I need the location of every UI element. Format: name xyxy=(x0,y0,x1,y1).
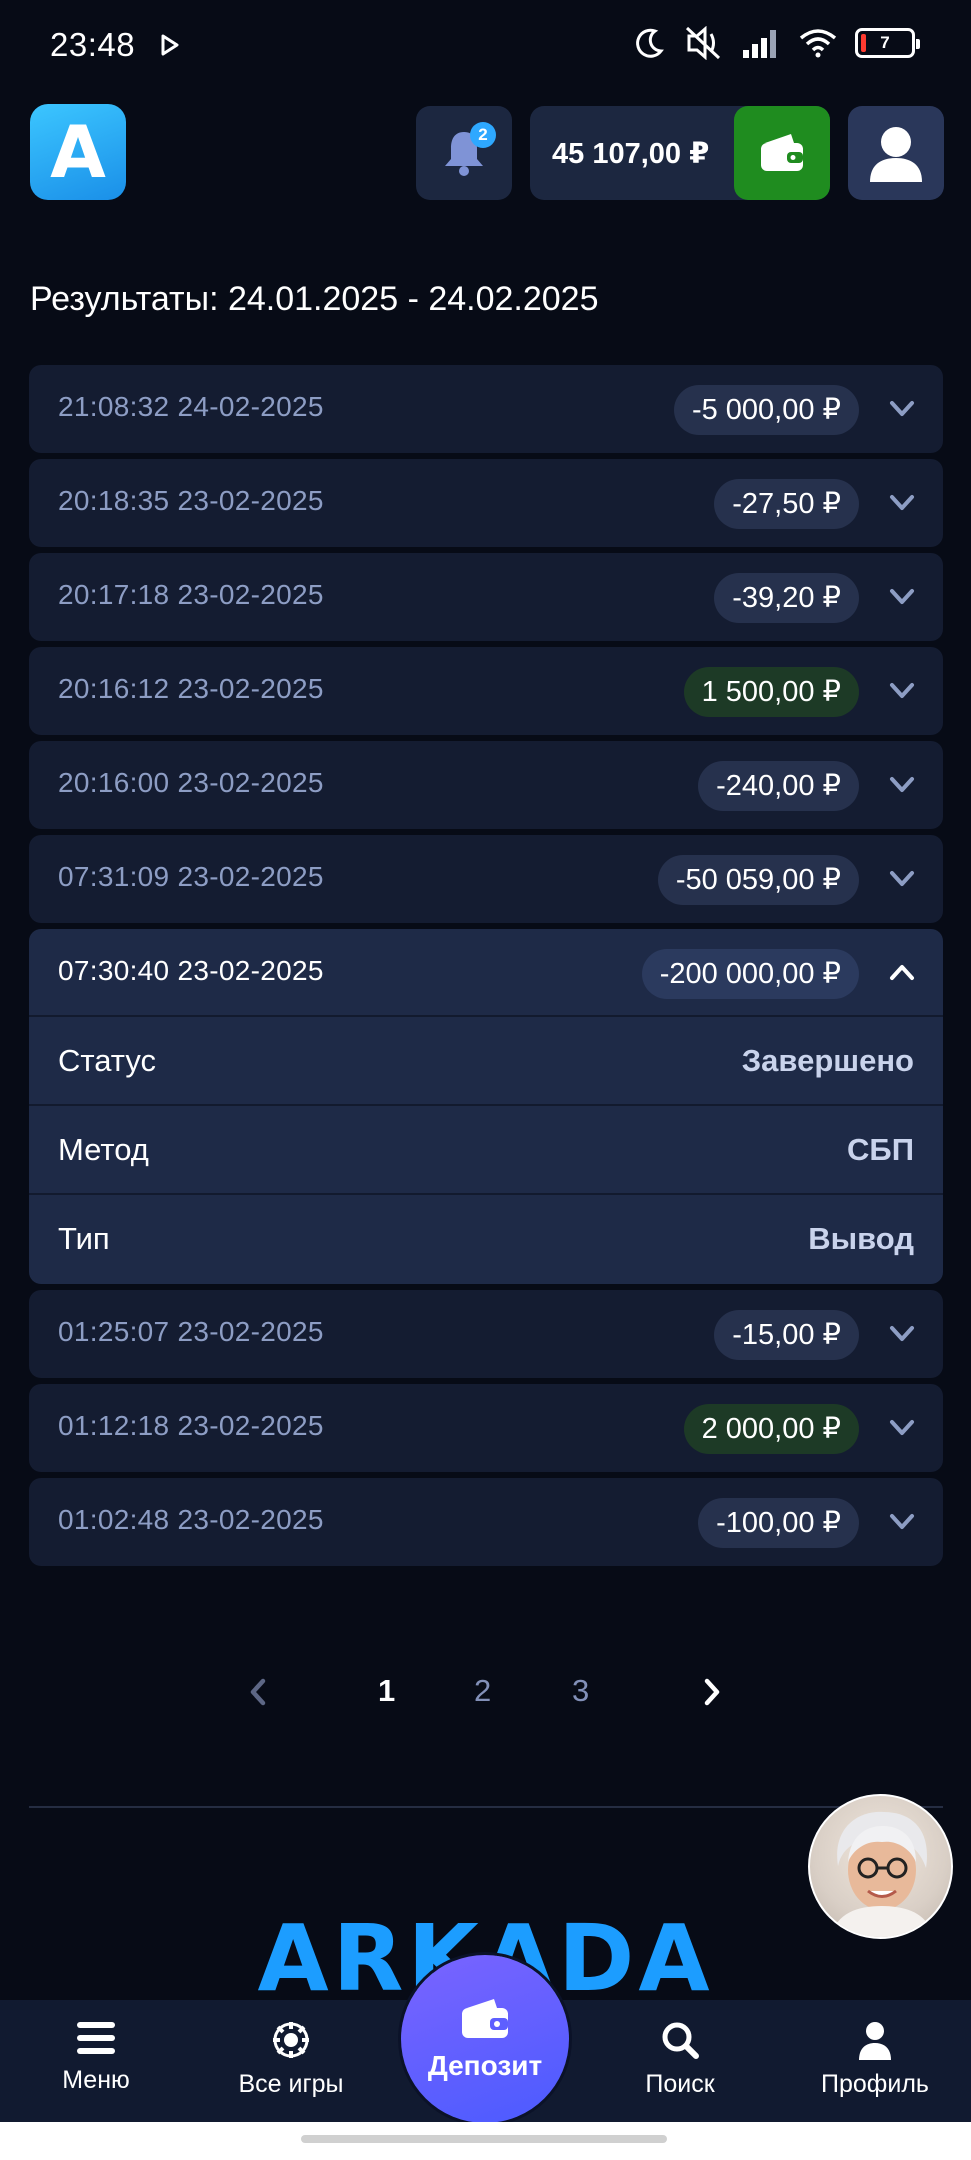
footer-divider xyxy=(29,1806,943,1808)
transaction-amount: -100,00 ₽ xyxy=(698,1498,859,1548)
transaction-row[interactable]: 07:31:09 23-02-2025 -50 059,00 ₽ xyxy=(29,835,943,923)
detail-value: СБП xyxy=(847,1132,914,1167)
transaction-amount: 2 000,00 ₽ xyxy=(683,1404,859,1454)
transaction-amount: -240,00 ₽ xyxy=(698,761,859,811)
moon-icon xyxy=(636,28,664,58)
transaction-amount: -15,00 ₽ xyxy=(714,1310,859,1360)
chevron-down-icon[interactable] xyxy=(889,867,915,889)
balance-box[interactable]: 45 107,00 ₽ xyxy=(530,106,830,200)
transaction-row[interactable]: 01:25:07 23-02-2025 -15,00 ₽ xyxy=(29,1290,943,1378)
nav-profile-label: Профиль xyxy=(821,2070,929,2098)
transaction-expanded: 07:30:40 23-02-2025 -200 000,00 ₽ Статус… xyxy=(29,929,943,1284)
detail-row-type: Тип Вывод xyxy=(29,1195,943,1284)
transaction-datetime: 01:02:48 23-02-2025 xyxy=(58,1504,324,1535)
transaction-row[interactable]: 20:16:12 23-02-2025 1 500,00 ₽ xyxy=(29,647,943,735)
transaction-list: 21:08:32 24-02-2025 -5 000,00 ₽ 20:18:35 2… xyxy=(29,365,943,1572)
nav-all-games[interactable]: Все игры xyxy=(221,2020,361,2099)
transaction-datetime: 20:17:18 23-02-2025 xyxy=(58,579,324,610)
logo-letter: A xyxy=(50,110,106,194)
chevron-down-icon[interactable] xyxy=(889,1510,915,1532)
deposit-button[interactable]: Депозит xyxy=(401,1955,569,2123)
transaction-row[interactable]: 20:17:18 23-02-2025 -39,20 ₽ xyxy=(29,553,943,641)
transaction-row[interactable]: 01:12:18 23-02-2025 2 000,00 ₽ xyxy=(29,1384,943,1472)
battery-level: 7 xyxy=(880,33,890,52)
status-bar: 23:48 7 xyxy=(0,0,971,92)
nav-profile[interactable]: Профиль xyxy=(805,2020,945,2099)
chevron-up-icon[interactable] xyxy=(889,961,915,983)
transaction-amount: 1 500,00 ₽ xyxy=(683,667,859,717)
balance-amount: 45 107,00 ₽ xyxy=(552,138,710,170)
results-title: Результаты: 24.01.2025 - 24.02.2025 xyxy=(30,280,599,318)
page-2[interactable]: 2 xyxy=(474,1673,491,1709)
notifications-badge: 2 xyxy=(470,122,496,148)
games-icon xyxy=(273,2022,309,2058)
wallet-icon xyxy=(761,134,803,171)
transaction-header[interactable]: 07:30:40 23-02-2025 -200 000,00 ₽ xyxy=(29,929,943,1017)
pagination: 1 2 3 xyxy=(0,1665,971,1725)
transaction-datetime: 01:25:07 23-02-2025 xyxy=(58,1316,324,1347)
nav-menu-label: Меню xyxy=(62,2066,130,2094)
nav-search[interactable]: Поиск xyxy=(610,2020,750,2099)
profile-icon xyxy=(859,2022,891,2060)
transaction-amount: -200 000,00 ₽ xyxy=(641,949,859,999)
mute-icon xyxy=(685,26,721,60)
detail-row-method: Метод СБП xyxy=(29,1106,943,1195)
transaction-datetime: 21:08:32 24-02-2025 xyxy=(58,391,324,422)
transaction-datetime: 07:31:09 23-02-2025 xyxy=(58,861,324,892)
status-icons: 7 xyxy=(635,26,920,60)
chevron-down-icon[interactable] xyxy=(889,397,915,419)
signal-icon xyxy=(743,30,776,58)
page-3[interactable]: 3 xyxy=(572,1673,589,1709)
wallet-button[interactable] xyxy=(734,106,830,200)
wifi-icon xyxy=(799,29,837,58)
transaction-datetime: 20:16:00 23-02-2025 xyxy=(58,767,324,798)
transaction-amount: -39,20 ₽ xyxy=(714,573,859,623)
battery-icon: 7 xyxy=(855,28,920,58)
chevron-down-icon[interactable] xyxy=(889,585,915,607)
notifications-button[interactable]: 2 xyxy=(416,106,512,200)
play-icon xyxy=(161,34,179,56)
transaction-datetime: 01:12:18 23-02-2025 xyxy=(58,1410,324,1441)
transaction-row[interactable]: 01:02:48 23-02-2025 -100,00 ₽ xyxy=(29,1478,943,1566)
chevron-down-icon[interactable] xyxy=(889,1416,915,1438)
transaction-amount: -50 059,00 ₽ xyxy=(657,855,859,905)
transaction-row[interactable]: 21:08:32 24-02-2025 -5 000,00 ₽ xyxy=(29,365,943,453)
transaction-datetime: 07:30:40 23-02-2025 xyxy=(58,955,324,986)
chevron-left-icon[interactable] xyxy=(248,1677,268,1707)
profile-avatar-button[interactable] xyxy=(848,106,944,200)
home-indicator[interactable] xyxy=(301,2135,667,2143)
detail-key: Тип xyxy=(58,1221,110,1256)
detail-row-status: Статус Завершено xyxy=(29,1017,943,1106)
user-icon xyxy=(870,127,922,182)
transaction-row[interactable]: 20:16:00 23-02-2025 -240,00 ₽ xyxy=(29,741,943,829)
transaction-datetime: 20:18:35 23-02-2025 xyxy=(58,485,324,516)
deposit-label: Депозит xyxy=(427,2050,543,2081)
nav-all-games-label: Все игры xyxy=(238,2070,344,2098)
transaction-row[interactable]: 20:18:35 23-02-2025 -27,50 ₽ xyxy=(29,459,943,547)
wallet-icon xyxy=(462,1999,508,2038)
transaction-datetime: 20:16:12 23-02-2025 xyxy=(58,673,324,704)
chevron-down-icon[interactable] xyxy=(889,491,915,513)
page-1[interactable]: 1 xyxy=(378,1673,395,1709)
status-time: 23:48 xyxy=(50,26,136,63)
search-icon xyxy=(662,2022,699,2059)
chevron-right-icon[interactable] xyxy=(702,1677,722,1707)
app-logo[interactable]: A xyxy=(30,104,126,200)
chevron-down-icon[interactable] xyxy=(889,1322,915,1344)
chevron-down-icon[interactable] xyxy=(889,773,915,795)
detail-value: Вывод xyxy=(808,1221,914,1256)
detail-value: Завершено xyxy=(741,1043,914,1078)
detail-key: Статус xyxy=(58,1043,156,1078)
transaction-amount: -5 000,00 ₽ xyxy=(673,385,859,435)
chevron-down-icon[interactable] xyxy=(889,679,915,701)
nav-menu[interactable]: Меню xyxy=(26,2020,166,2095)
detail-key: Метод xyxy=(58,1132,149,1167)
nav-search-label: Поиск xyxy=(645,2070,715,2098)
menu-icon xyxy=(77,2022,115,2054)
app-header: A 2 45 107,00 ₽ xyxy=(0,104,971,202)
transaction-amount: -27,50 ₽ xyxy=(714,479,859,529)
